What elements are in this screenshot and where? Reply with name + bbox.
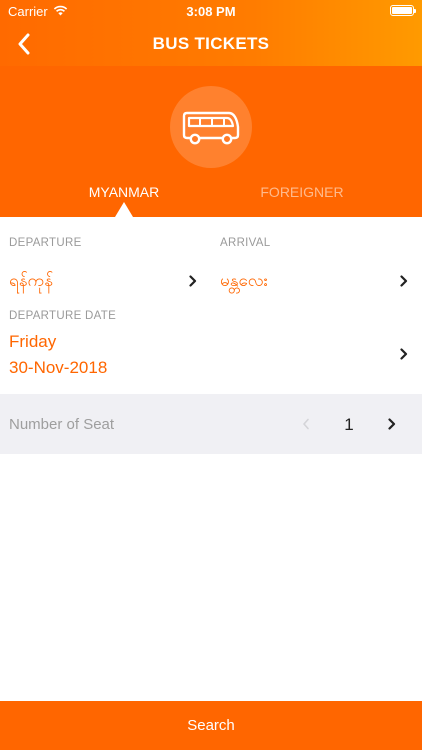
status-bar: Carrier 3:08 PM xyxy=(0,0,422,22)
status-time: 3:08 PM xyxy=(186,4,236,19)
hero-banner: MYANMAR FOREIGNER xyxy=(0,66,422,217)
arrival-value[interactable]: မန္တလေး xyxy=(220,269,268,293)
search-button[interactable]: Search xyxy=(0,701,422,750)
arrival-chevron-right-icon[interactable] xyxy=(398,274,410,288)
seat-decrement-chevron-left-icon[interactable] xyxy=(300,417,312,431)
departure-date-label: DEPARTURE DATE xyxy=(9,310,117,322)
seat-selector: Number of Seat 1 xyxy=(0,394,422,454)
seat-label: Number of Seat xyxy=(9,416,115,433)
header: Carrier 3:08 PM BUS TICKETS xyxy=(0,0,422,66)
departure-label: DEPARTURE xyxy=(9,237,82,249)
seat-increment-chevron-right-icon[interactable] xyxy=(386,417,398,431)
navbar: BUS TICKETS xyxy=(0,22,422,66)
page-title: BUS TICKETS xyxy=(152,34,270,53)
seat-count: 1 xyxy=(344,415,354,434)
departure-value[interactable]: ရန်ကုန် xyxy=(9,269,53,293)
departure-date-day[interactable]: Friday xyxy=(9,330,56,354)
departure-chevron-right-icon[interactable] xyxy=(187,274,199,288)
date-chevron-right-icon[interactable] xyxy=(398,347,410,361)
route-form: DEPARTURE ရန်ကုန် ARRIVAL မန္တလေး DEPART… xyxy=(0,217,422,394)
battery-icon xyxy=(390,5,416,16)
bus-badge xyxy=(170,86,252,168)
departure-date-value[interactable]: 30-Nov-2018 xyxy=(9,356,107,380)
bus-icon xyxy=(182,111,240,145)
tab-indicator xyxy=(115,202,133,217)
app-root: Carrier 3:08 PM BUS TICKETS MYANMAR FORE… xyxy=(0,0,422,750)
arrival-label: ARRIVAL xyxy=(220,237,271,249)
tab-foreigner[interactable]: FOREIGNER xyxy=(196,184,408,200)
